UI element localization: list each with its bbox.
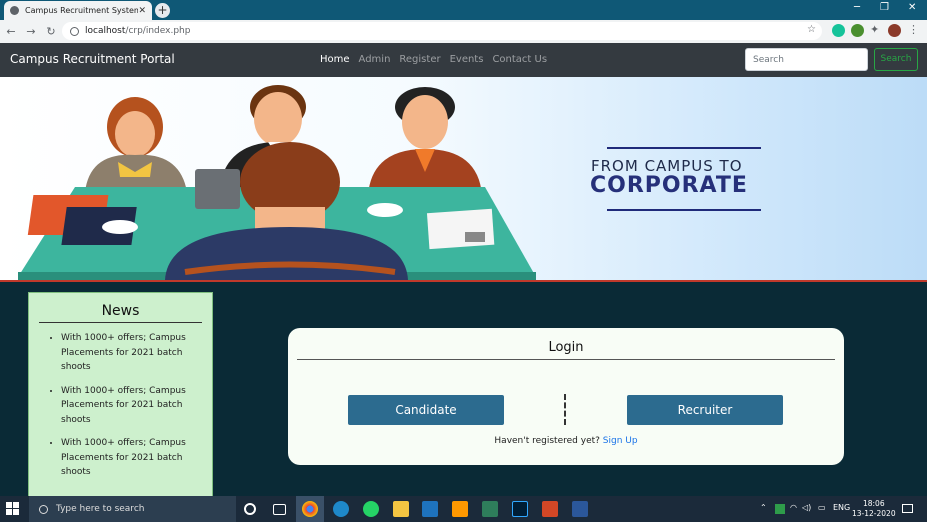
nav-events[interactable]: Events [450,54,484,65]
chrome-icon[interactable] [302,501,318,517]
browser-tab-strip: Campus Recruitment System - ✕ + ─ ❐ ✕ [0,0,927,20]
nav-admin[interactable]: Admin [359,54,391,65]
register-prompt: Haven't registered yet? [494,436,600,446]
search-button[interactable]: Search [874,48,918,71]
site-navbar: Campus Recruitment Portal Home Admin Reg… [0,43,927,77]
close-tab-icon[interactable]: ✕ [138,6,146,16]
news-divider [39,322,202,323]
powerpoint-icon[interactable] [542,501,558,517]
back-icon[interactable]: ← [2,25,20,38]
search-input[interactable]: Search [745,48,868,71]
battery-icon[interactable]: ▭ [818,503,826,512]
file-explorer-icon[interactable] [393,501,409,517]
app-icon[interactable] [482,501,498,517]
brand-title[interactable]: Campus Recruitment Portal [10,52,175,66]
button-separator [564,394,566,425]
taskbar-search-placeholder: Type here to search [56,504,145,514]
nav-home[interactable]: Home [320,54,350,65]
url-path: /crp/index.php [125,26,191,36]
cortana-icon[interactable] [244,503,256,515]
new-tab-button[interactable]: + [155,3,170,18]
photoshop-icon[interactable] [512,501,528,517]
news-title: News [101,303,140,319]
language-indicator[interactable]: ENG [833,503,850,512]
tray-chevron-icon[interactable]: ⌃ [760,503,767,512]
news-panel: News With 1000+ offers; Campus Placement… [28,292,213,498]
search-icon [39,504,48,514]
clock-date: 13-12-2020 [852,509,896,518]
browser-tab[interactable]: Campus Recruitment System - ✕ [4,1,152,20]
register-prompt-row: Haven't registered yet? Sign Up [288,436,844,446]
notifications-icon[interactable] [902,504,913,513]
whatsapp-icon[interactable] [363,501,379,517]
avatar[interactable] [888,24,901,37]
extension-icon[interactable] [851,24,864,37]
url-field[interactable]: localhost/crp/index.php ☆ [62,22,822,40]
info-icon [70,26,79,36]
windows-taskbar: Type here to search ⌃ ◠ ◁) ▭ ENG 18:06 1… [0,496,927,522]
network-icon[interactable]: ◠ [790,503,797,512]
hero-bottom-rule [607,209,761,211]
word-icon[interactable] [572,501,588,517]
volume-icon[interactable]: ◁) [802,503,811,512]
address-bar-row: ← → ↻ localhost/crp/index.php ☆ ✦ ⋮ [0,20,927,43]
login-card: Login Candidate Recruiter Haven't regist… [288,328,844,465]
reload-icon[interactable]: ↻ [42,25,60,38]
sublime-icon[interactable] [452,501,468,517]
minimize-icon[interactable]: ─ [854,2,860,13]
nav-links: Home Admin Register Events Contact Us [320,54,547,65]
news-item[interactable]: With 1000+ offers; Campus Placements for… [61,331,191,375]
windows-start-icon[interactable] [6,502,20,516]
store-icon[interactable] [422,501,438,517]
menu-dots-icon[interactable]: ⋮ [908,23,921,36]
forward-icon[interactable]: → [22,25,40,38]
nav-contact-us[interactable]: Contact Us [492,54,547,65]
hero-line2: CORPORATE [590,173,748,198]
news-list: With 1000+ offers; Campus Placements for… [61,331,212,480]
tab-title: Campus Recruitment System - [25,6,139,15]
url-host: localhost [85,26,126,36]
main-content: News With 1000+ offers; Campus Placement… [0,282,927,498]
signup-link[interactable]: Sign Up [603,436,638,446]
hero-top-rule [607,147,761,149]
login-title: Login [548,340,584,355]
bookmark-star-icon[interactable]: ☆ [807,24,816,35]
grammarly-icon[interactable] [832,24,845,37]
task-view-icon[interactable] [273,504,286,515]
news-item[interactable]: With 1000+ offers; Campus Placements for… [61,384,191,428]
puzzle-icon[interactable]: ✦ [870,23,883,36]
window-close-icon[interactable]: ✕ [908,2,916,13]
news-item[interactable]: With 1000+ offers; Campus Placements for… [61,436,191,480]
taskbar-clock[interactable]: 18:06 13-12-2020 [852,499,896,519]
edge-icon[interactable] [333,501,349,517]
interview-illustration [18,85,536,280]
hero-banner: FROM CAMPUS TO CORPORATE [0,77,927,280]
tray-app-icon[interactable] [775,504,785,514]
taskbar-search-input[interactable]: Type here to search [29,496,236,522]
nav-register[interactable]: Register [399,54,440,65]
clock-time: 18:06 [862,499,885,508]
candidate-button[interactable]: Candidate [348,395,504,425]
recruiter-button[interactable]: Recruiter [627,395,783,425]
restore-icon[interactable]: ❐ [880,2,889,13]
login-divider [297,359,835,360]
globe-icon [10,6,19,15]
